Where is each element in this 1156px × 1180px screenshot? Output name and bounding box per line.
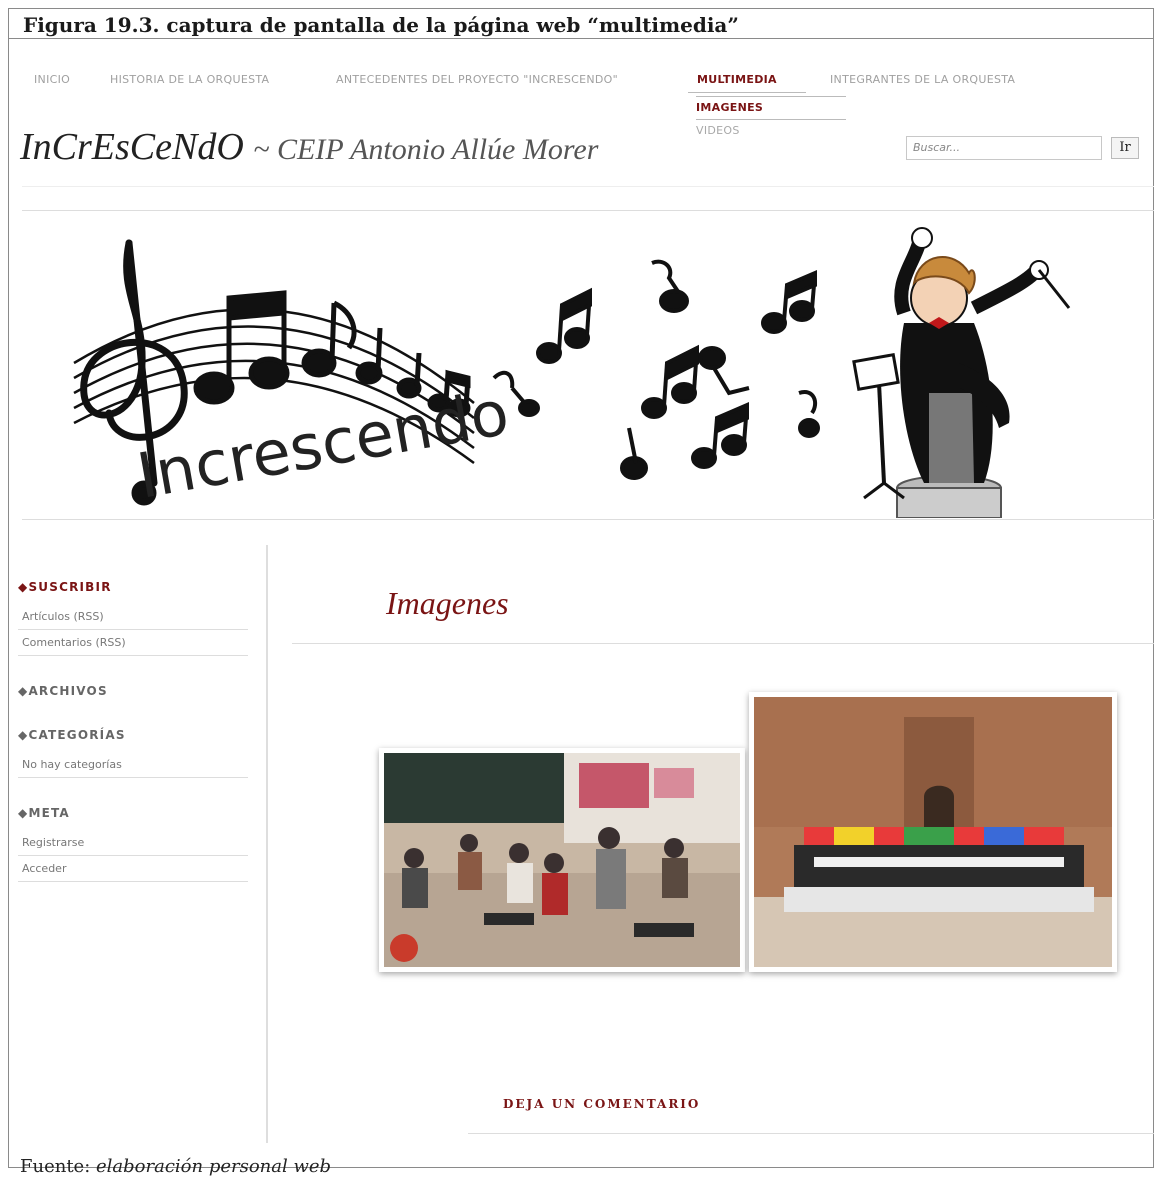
search-button[interactable]: Ir <box>1111 137 1139 159</box>
sidebar-item-articulos-rss[interactable]: Artículos (RSS) <box>18 604 248 630</box>
nav-inicio[interactable]: INICIO <box>34 73 70 86</box>
group-photo-image <box>754 697 1112 967</box>
floating-notes-icon <box>492 259 820 480</box>
sidebar-heading-archivos: ◆ARCHIVOS <box>18 684 108 698</box>
conductor-icon <box>852 227 1071 518</box>
header-divider-2 <box>22 210 1154 211</box>
photo-classroom[interactable] <box>379 748 745 972</box>
increscendo-banner: Increscendo <box>73 227 1071 518</box>
site-title[interactable]: InCrEsCeNdO ~ CEIP Antonio Allúe Morer <box>20 125 598 169</box>
sidebar-item-comentarios-rss[interactable]: Comentarios (RSS) <box>18 630 248 656</box>
submenu-videos[interactable]: VIDEOS <box>696 120 846 142</box>
site-title-subtitle: ~ CEIP Antonio Allúe Morer <box>253 133 599 166</box>
classroom-photo-image <box>384 753 740 967</box>
page-title: Imagenes <box>386 585 509 621</box>
nav-historia[interactable]: HISTORIA DE LA ORQUESTA <box>110 73 269 86</box>
nav-antecedentes[interactable]: ANTECEDENTES DEL PROYECTO "INCRESCENDO" <box>336 73 618 86</box>
figure-source: Fuente: elaboración personal web <box>20 1156 331 1177</box>
sidebar-heading-suscribir: ◆SUSCRIBIR <box>18 580 112 594</box>
header-divider-1 <box>22 186 1154 187</box>
sidebar-item-acceder[interactable]: Acceder <box>18 856 248 882</box>
banner-word: Increscendo <box>132 376 514 513</box>
nav-integrantes[interactable]: INTEGRANTES DE LA ORQUESTA <box>830 73 1015 86</box>
site-title-main: InCrEsCeNdO <box>20 126 244 168</box>
comment-divider <box>468 1133 1154 1134</box>
sidebar-divider <box>266 545 268 1143</box>
sidebar: ◆SUSCRIBIR Artículos (RSS) Comentarios (… <box>18 580 248 882</box>
nav-multimedia[interactable]: MULTIMEDIA <box>697 73 777 86</box>
sidebar-item-no-categorias: No hay categorías <box>18 752 248 778</box>
leave-comment-link[interactable]: DEJA UN COMENTARIO <box>503 1097 700 1111</box>
sidebar-heading-meta: ◆META <box>18 806 70 820</box>
search-input[interactable]: Buscar... <box>906 136 1102 160</box>
sidebar-heading-categorias: ◆CATEGORÍAS <box>18 728 126 742</box>
figure-caption: Figura 19.3. captura de pantalla de la p… <box>9 9 1153 39</box>
nav-active-underline <box>688 92 806 93</box>
sidebar-item-registrarse[interactable]: Registrarse <box>18 830 248 856</box>
source-text: elaboración personal web <box>96 1156 332 1177</box>
source-prefix: Fuente: <box>20 1156 96 1177</box>
banner-divider <box>22 519 1154 520</box>
multimedia-submenu: IMAGENES VIDEOS <box>696 96 846 142</box>
title-divider <box>292 643 1154 644</box>
submenu-imagenes[interactable]: IMAGENES <box>696 96 846 120</box>
photo-group[interactable] <box>749 692 1117 972</box>
